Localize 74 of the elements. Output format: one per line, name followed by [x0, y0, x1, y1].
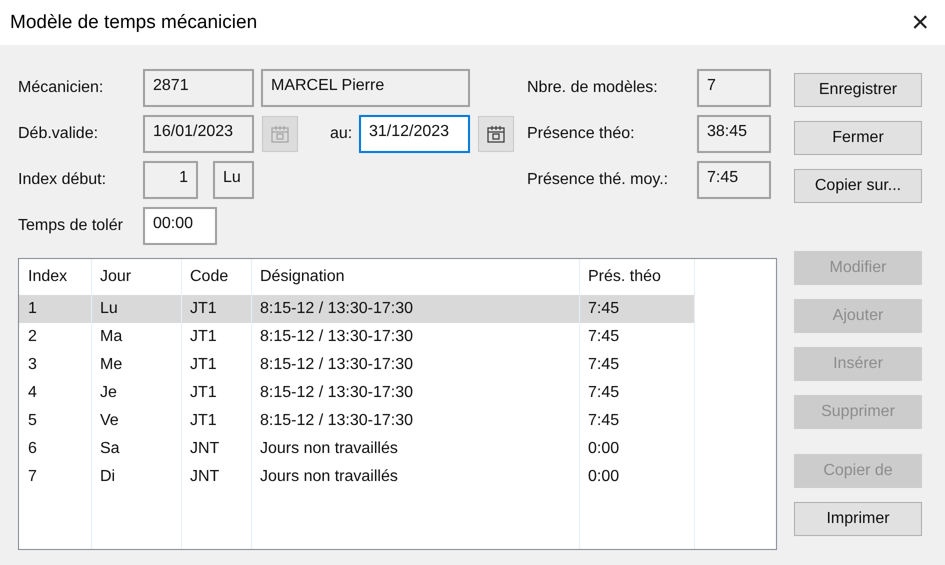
table-cell-text: Ve	[99, 412, 120, 430]
column-header[interactable]: Désignation	[251, 268, 579, 286]
start-index-field[interactable]: 1	[143, 161, 198, 199]
field-label: Temps de tolér	[18, 217, 124, 235]
table-cell-text: Me	[99, 356, 124, 374]
table-cell-text: Je	[99, 384, 118, 402]
end-date-field[interactable]: 31/12/2023	[359, 115, 470, 153]
action-button[interactable]: Enregistrer	[794, 73, 922, 107]
table-cell-text: 3	[27, 356, 38, 374]
column-header[interactable]: Code	[181, 268, 251, 286]
field-label: Index début:	[18, 171, 108, 189]
table-cell-text: Jours non travaillés	[259, 468, 399, 486]
table-row[interactable]: 6 Sa JNT Jours non travaillés 0:00	[19, 435, 694, 463]
table-row[interactable]: 7 Di JNT Jours non travaillés 0:00	[19, 463, 694, 491]
table-cell-text: JT1	[189, 300, 218, 318]
table-cell-text: 0:00	[587, 440, 620, 458]
column-header[interactable]: Index	[19, 268, 91, 286]
table-cell-text: JT1	[189, 328, 218, 346]
field-label: Nbre. de modèles:	[527, 79, 659, 97]
tolerance-field[interactable]: 00:00	[143, 207, 217, 245]
table-cell-text: 1	[27, 300, 38, 318]
calendar-button[interactable]	[478, 116, 514, 152]
table-row[interactable]: 3 Me JT1 8:15-12 / 13:30-17:30 7:45	[19, 351, 694, 379]
table-cell-text: 2	[27, 328, 38, 346]
table-row[interactable]: 4 Je JT1 8:15-12 / 13:30-17:30 7:45	[19, 379, 694, 407]
field-label: Présence thé. moy.:	[527, 171, 670, 189]
table-cell-text: 7:45	[587, 356, 620, 374]
table-cell-text: Sa	[99, 440, 121, 458]
column-header[interactable]: Prés. théo	[579, 268, 694, 286]
action-button[interactable]: Fermer	[794, 121, 922, 155]
table-cell-text: JNT	[189, 468, 220, 486]
window-title: Modèle de temps mécanicien	[10, 12, 258, 34]
summary-field: 38:45	[697, 115, 771, 153]
column-header[interactable]: Jour	[91, 268, 181, 286]
table-cell-text: 8:15-12 / 13:30-17:30	[259, 384, 414, 402]
table-cell-text: 7	[27, 468, 38, 486]
table-cell-text: Lu	[99, 300, 119, 318]
table-cell-text: Ma	[99, 328, 124, 346]
field-label: Présence théo:	[527, 125, 636, 143]
start-day-field[interactable]: Lu	[213, 161, 254, 199]
table-cell-text: JT1	[189, 356, 218, 374]
table-cell-text: 7:45	[587, 328, 620, 346]
table-row[interactable]: 5 Ve JT1 8:15-12 / 13:30-17:30 7:45	[19, 407, 694, 435]
calendar-icon	[270, 124, 290, 144]
field-label: au:	[330, 125, 354, 143]
table-cell-text: 4	[27, 384, 38, 402]
field-label: Déb.valide:	[18, 125, 100, 143]
mechanic-name-field[interactable]: MARCEL Pierre	[261, 69, 470, 107]
table-cell-text: 7:45	[587, 412, 620, 430]
calendar-icon	[486, 124, 506, 144]
field-label: Mécanicien:	[18, 79, 104, 97]
table-cell-text: 8:15-12 / 13:30-17:30	[259, 412, 414, 430]
start-date-field[interactable]: 16/01/2023	[143, 115, 254, 153]
summary-field: 7	[697, 69, 771, 107]
table-row[interactable]: 1 Lu JT1 8:15-12 / 13:30-17:30 7:45	[19, 295, 694, 323]
table-cell-text: JT1	[189, 384, 218, 402]
table-cell-text: 6	[27, 440, 38, 458]
table-cell-text: 8:15-12 / 13:30-17:30	[259, 328, 414, 346]
table-row[interactable]: 2 Ma JT1 8:15-12 / 13:30-17:30 7:45	[19, 323, 694, 351]
table-cell-text: Jours non travaillés	[259, 440, 399, 458]
table-cell-text: 7:45	[587, 384, 620, 402]
table-cell-text: Di	[99, 468, 116, 486]
table-cell-text: 0:00	[587, 468, 620, 486]
table-cell-text: 8:15-12 / 13:30-17:30	[259, 300, 414, 318]
action-button[interactable]: Imprimer	[794, 502, 922, 536]
table-cell-text: 5	[27, 412, 38, 430]
table-cell-text: JNT	[189, 440, 220, 458]
action-button[interactable]: Copier sur...	[794, 169, 922, 203]
table-cell-text: 7:45	[587, 300, 620, 318]
table-cell-text: JT1	[189, 412, 218, 430]
table-cell-text: 8:15-12 / 13:30-17:30	[259, 356, 414, 374]
mechanic-code-field[interactable]: 2871	[143, 69, 254, 107]
close-button[interactable]: ×	[905, 8, 935, 38]
summary-field: 7:45	[697, 161, 771, 199]
